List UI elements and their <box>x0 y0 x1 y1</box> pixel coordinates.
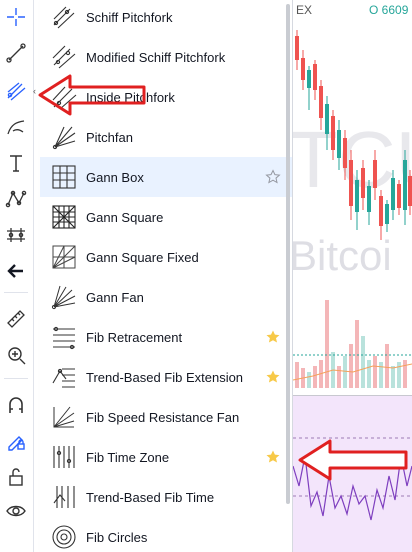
volume-bars <box>293 300 412 388</box>
menu-item-trend-based-fib-extension[interactable]: Trend-Based Fib Extension <box>40 357 292 397</box>
trend-line-icon[interactable] <box>3 40 29 66</box>
star-icon[interactable] <box>265 329 281 345</box>
schiff-pitchfork-icon <box>50 3 78 31</box>
ruler-icon[interactable] <box>3 306 29 332</box>
menu-item-label: Schiff Pitchfork <box>86 9 173 25</box>
menu-item-fib-circles[interactable]: Fib Circles <box>40 517 292 552</box>
toolbar-divider <box>4 292 28 293</box>
gann-fan-icon <box>50 283 78 311</box>
menu-item-pitchfan[interactable]: Pitchfan <box>40 117 292 157</box>
candles <box>295 30 412 240</box>
star-icon[interactable] <box>265 449 281 465</box>
menu-item-trend-based-fib-time[interactable]: Trend-Based Fib Time <box>40 477 292 517</box>
crosshair-icon[interactable] <box>3 4 29 30</box>
gann-box-icon <box>50 163 78 191</box>
pitchfan-icon <box>50 123 78 151</box>
eye-icon[interactable] <box>3 498 29 524</box>
menu-item-modified-schiff-pitchfork[interactable]: Modified Schiff Pitchfork <box>40 37 292 77</box>
annotation-arrow-pitchfork <box>38 74 146 116</box>
gann-square-fixed-icon <box>50 243 78 271</box>
menu-item-label: Gann Square Fixed <box>86 249 199 265</box>
unlock-icon[interactable] <box>3 464 29 490</box>
pattern-icon[interactable] <box>3 186 29 212</box>
menu-item-label: Fib Time Zone <box>86 449 170 465</box>
menu-item-label: Modified Schiff Pitchfork <box>86 49 226 65</box>
fib-extension-icon <box>50 363 78 391</box>
fib-speed-fan-icon <box>50 403 78 431</box>
drawing-toolbar: ‹ <box>0 0 36 552</box>
menu-item-label: Gann Square <box>86 209 164 225</box>
menu-item-label: Gann Fan <box>86 289 144 305</box>
star-icon[interactable] <box>265 169 281 185</box>
menu-item-fib-retracement[interactable]: Fib Retracement <box>40 317 292 357</box>
menu-item-gann-box[interactable]: Gann Box <box>40 157 292 197</box>
menu-scrollbar[interactable] <box>286 4 290 504</box>
menu-item-gann-square-fixed[interactable]: Gann Square Fixed <box>40 237 292 277</box>
fib-time-icon <box>50 483 78 511</box>
menu-item-label: Fib Retracement <box>86 329 183 345</box>
menu-item-label: Fib Speed Resistance Fan <box>86 409 240 425</box>
pitchfork-icon[interactable] <box>3 78 29 104</box>
annotation-arrow-fib-time-zone <box>298 439 408 481</box>
back-arrow-icon[interactable] <box>3 258 29 284</box>
star-icon[interactable] <box>265 369 281 385</box>
gann-square-icon <box>50 203 78 231</box>
modified-schiff-pitchfork-icon <box>50 43 78 71</box>
prediction-icon[interactable] <box>3 222 29 248</box>
menu-item-label: Trend-Based Fib Extension <box>86 369 244 385</box>
menu-item-gann-square[interactable]: Gann Square <box>40 197 292 237</box>
menu-item-schiff-pitchfork[interactable]: Schiff Pitchfork <box>40 0 292 37</box>
fib-retracement-icon <box>50 323 78 351</box>
lock-drawing-icon[interactable] <box>3 428 29 454</box>
brush-icon[interactable] <box>3 114 29 140</box>
menu-item-label: Fib Circles <box>86 529 148 545</box>
menu-item-gann-fan[interactable]: Gann Fan <box>40 277 292 317</box>
menu-item-label: Trend-Based Fib Time <box>86 489 215 505</box>
magnet-icon[interactable] <box>3 392 29 418</box>
fib-circles-icon <box>50 523 78 551</box>
menu-item-fib-speed-resistance-fan[interactable]: Fib Speed Resistance Fan <box>40 397 292 437</box>
zoom-in-icon[interactable] <box>3 342 29 368</box>
text-icon[interactable] <box>3 150 29 176</box>
menu-item-label: Gann Box <box>86 169 144 185</box>
menu-item-label: Pitchfan <box>86 129 133 145</box>
fib-time-zone-icon <box>50 443 78 471</box>
toolbar-divider <box>4 378 28 379</box>
menu-item-fib-time-zone[interactable]: Fib Time Zone <box>40 437 292 477</box>
